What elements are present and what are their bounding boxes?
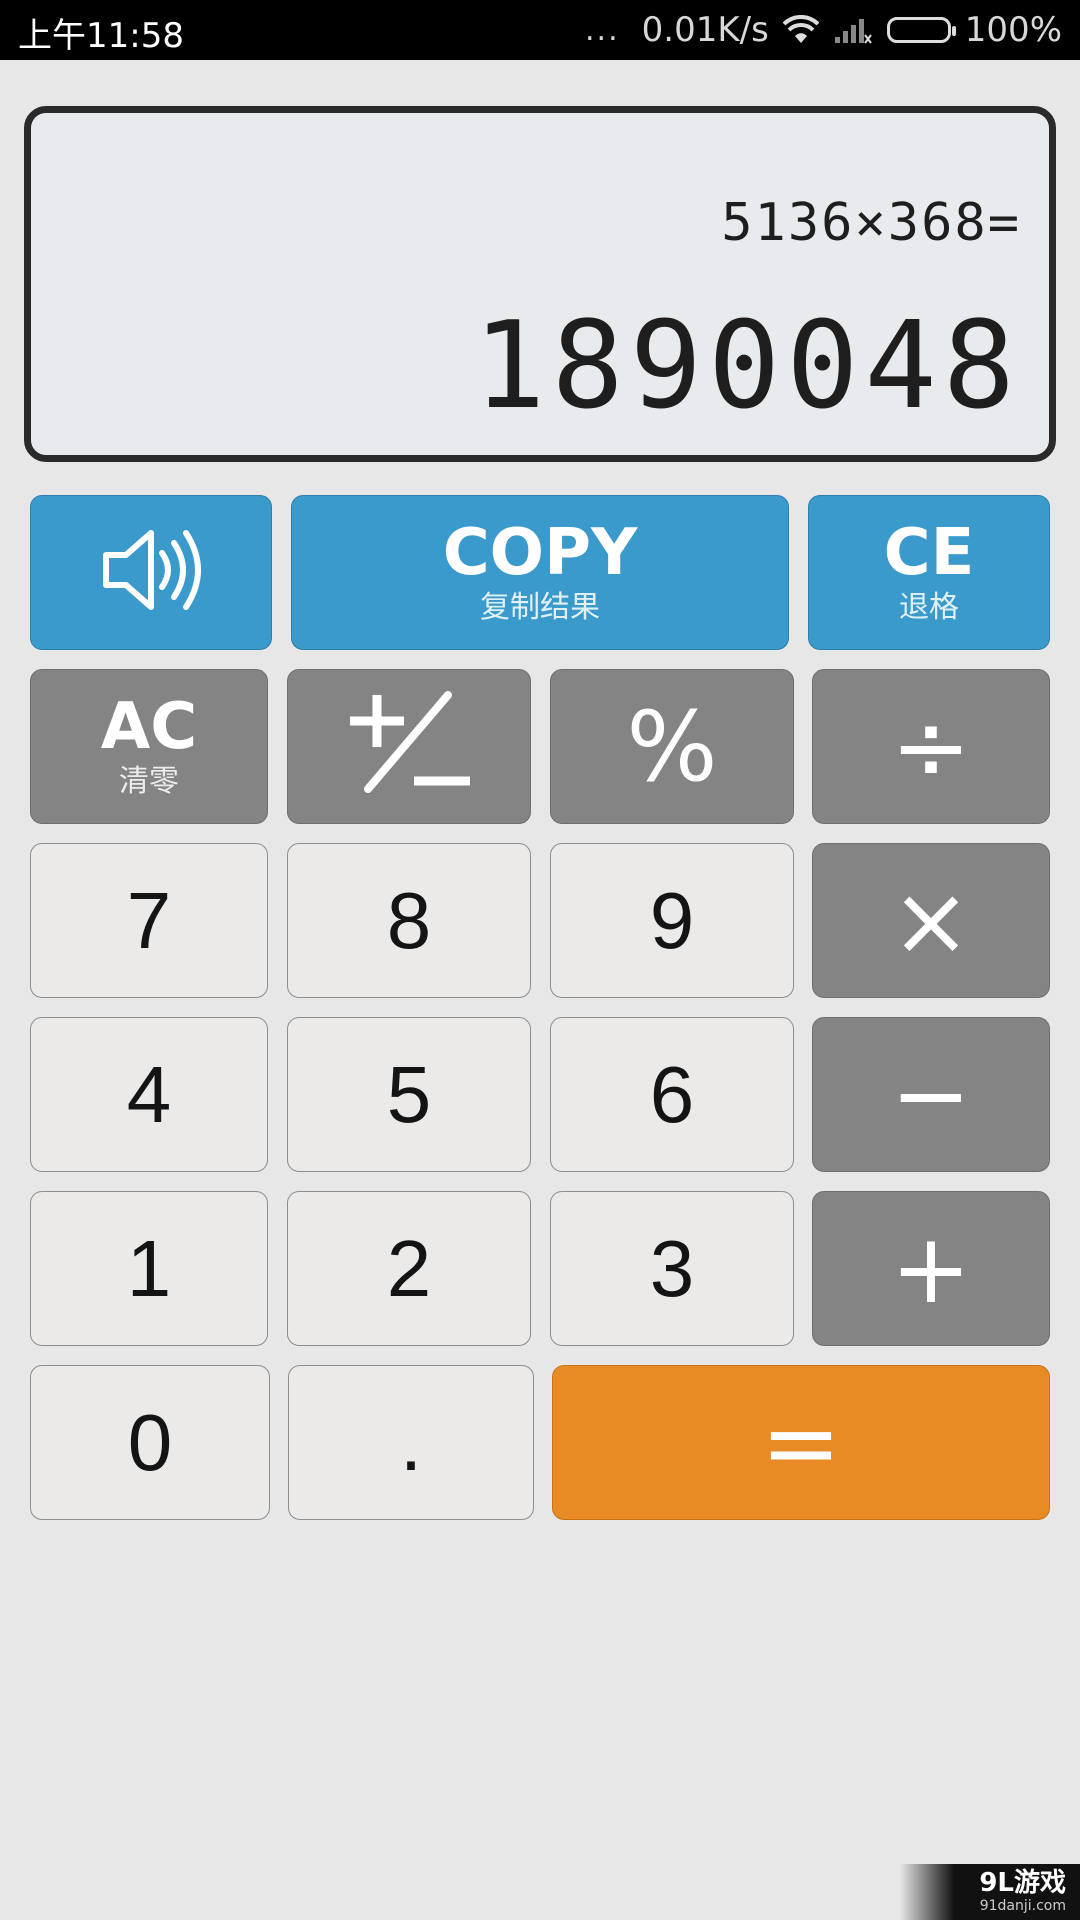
digit-0-button[interactable]: 0 — [30, 1365, 270, 1520]
copy-label: COPY — [442, 515, 638, 590]
status-bar: 上午11:58 ... 0.01K/s 100% — [0, 0, 1080, 60]
minus-label: − — [890, 1038, 972, 1151]
divide-label: ÷ — [890, 690, 972, 803]
copy-sublabel: 复制结果 — [480, 589, 600, 625]
battery-icon — [886, 17, 956, 43]
digit-label: 6 — [649, 1049, 695, 1139]
more-dots: ... — [585, 12, 620, 48]
ac-label: AC — [100, 689, 198, 764]
calculator-display: 5136×368= 1890048 — [24, 106, 1056, 462]
divide-button[interactable]: ÷ — [812, 669, 1050, 824]
percent-label: % — [626, 690, 718, 803]
digit-1-button[interactable]: 1 — [30, 1191, 268, 1346]
digit-label: 4 — [126, 1049, 172, 1139]
digit-3-button[interactable]: 3 — [550, 1191, 794, 1346]
ce-sublabel: 退格 — [899, 589, 959, 625]
digit-label: 2 — [386, 1223, 432, 1313]
battery-percent: 100% — [964, 10, 1062, 50]
digit-label: 1 — [126, 1223, 172, 1313]
status-time: 上午11:58 — [18, 16, 184, 56]
digit-label: 9 — [649, 875, 695, 965]
digit-label: 7 — [126, 875, 172, 965]
digit-8-button[interactable]: 8 — [287, 843, 531, 998]
digit-5-button[interactable]: 5 — [287, 1017, 531, 1172]
watermark: 9L游戏 91danji.com — [900, 1864, 1080, 1920]
multiply-button[interactable]: × — [812, 843, 1050, 998]
plus-minus-button[interactable] — [287, 669, 531, 824]
plus-minus-icon — [344, 689, 474, 804]
digit-label: 3 — [649, 1223, 695, 1313]
equals-label: = — [760, 1386, 842, 1499]
result-text: 1890048 — [473, 297, 1021, 436]
ac-sublabel: 清零 — [119, 763, 179, 799]
signal-icon — [833, 15, 873, 45]
decimal-button[interactable]: . — [288, 1365, 534, 1520]
plus-button[interactable]: + — [812, 1191, 1050, 1346]
plus-label: + — [890, 1212, 972, 1325]
digit-7-button[interactable]: 7 — [30, 843, 268, 998]
ce-label: CE — [883, 515, 975, 590]
ce-button[interactable]: CE 退格 — [808, 495, 1050, 650]
net-speed: 0.01K/s — [641, 10, 769, 50]
equals-button[interactable]: = — [552, 1365, 1050, 1520]
decimal-label: . — [399, 1397, 423, 1487]
status-right: ... 0.01K/s 100% — [585, 8, 1062, 52]
percent-button[interactable]: % — [550, 669, 794, 824]
sound-button[interactable] — [30, 495, 272, 650]
ac-button[interactable]: AC 清零 — [30, 669, 268, 824]
watermark-sub: 91danji.com — [979, 1898, 1066, 1914]
digit-label: 5 — [386, 1049, 432, 1139]
digit-label: 0 — [127, 1397, 173, 1487]
minus-button[interactable]: − — [812, 1017, 1050, 1172]
digit-2-button[interactable]: 2 — [287, 1191, 531, 1346]
expression-text: 5136×368= — [721, 193, 1021, 253]
wifi-icon — [782, 15, 819, 45]
digit-label: 8 — [386, 875, 432, 965]
digit-6-button[interactable]: 6 — [550, 1017, 794, 1172]
copy-button[interactable]: COPY 复制结果 — [291, 495, 789, 650]
digit-4-button[interactable]: 4 — [30, 1017, 268, 1172]
watermark-main: 9L游戏 — [979, 1868, 1066, 1898]
digit-9-button[interactable]: 9 — [550, 843, 794, 998]
speaker-icon — [96, 525, 206, 620]
multiply-label: × — [890, 864, 972, 977]
